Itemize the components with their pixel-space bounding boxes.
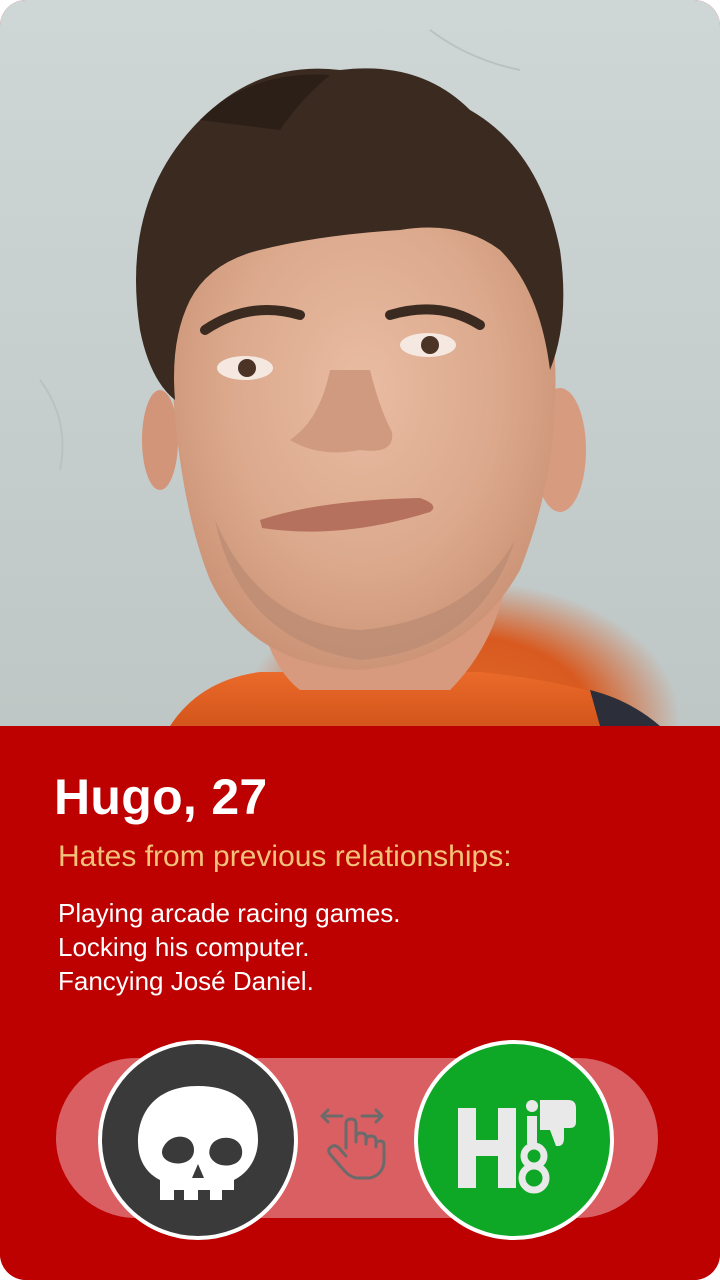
- hates-item: Fancying José Daniel.: [58, 966, 314, 996]
- hate-button[interactable]: [414, 1040, 614, 1240]
- hates-item: Playing arcade racing games.: [58, 898, 401, 928]
- profile-name-age: Hugo, 27: [54, 769, 268, 825]
- hates-heading: Hates from previous relationships:: [58, 840, 512, 873]
- profile-card[interactable]: Hugo, 27 Hates from previous relationshi…: [0, 0, 720, 1280]
- pass-button[interactable]: [98, 1040, 298, 1240]
- skull-icon: [138, 1086, 258, 1200]
- hates-item: Locking his computer.: [58, 932, 310, 962]
- hates-list: Playing arcade racing games. Locking his…: [58, 896, 401, 998]
- profile-photo: [0, 0, 720, 726]
- profile-info-panel: Hugo, 27 Hates from previous relationshi…: [0, 726, 720, 1280]
- portrait-illustration: [39, 29, 660, 726]
- swipe-hand-icon: [316, 1102, 392, 1182]
- h8-thumbs-down-logo: [458, 1100, 576, 1194]
